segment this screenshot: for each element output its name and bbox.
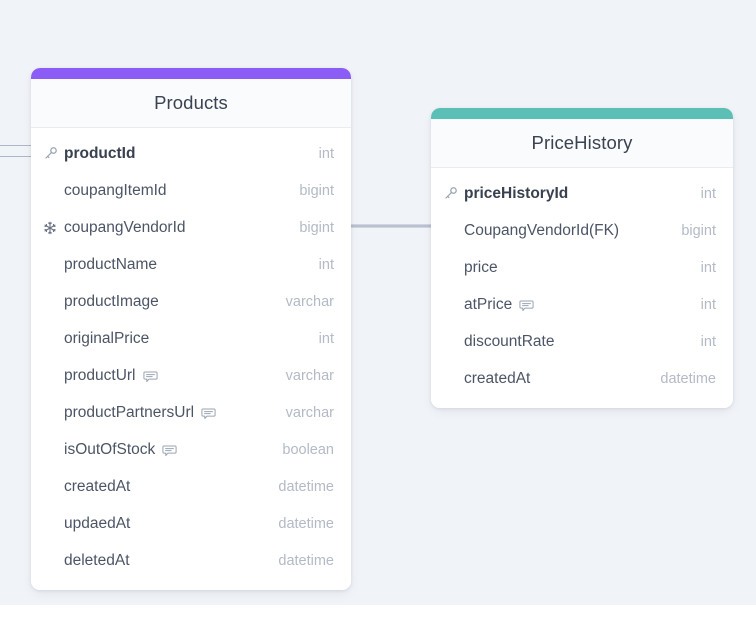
field-type: varchar <box>285 404 334 421</box>
field-type: varchar <box>285 293 334 310</box>
field-name: discountRate <box>464 332 555 350</box>
field-name: atPrice <box>464 295 513 313</box>
field-name: originalPrice <box>64 329 150 347</box>
table-row[interactable]: priceHistoryId int <box>431 175 733 212</box>
table-accent-bar-products <box>31 68 351 79</box>
erd-canvas[interactable]: Products productId int coupangItemId big… <box>0 0 756 605</box>
table-row[interactable]: productPartnersUrl varchar <box>31 394 351 431</box>
field-name: createdAt <box>464 369 531 387</box>
table-row[interactable]: price int <box>431 249 733 286</box>
field-list-products: productId int coupangItemId bigint coupa… <box>31 128 351 590</box>
field-name: productId <box>64 144 136 162</box>
comment-icon[interactable] <box>162 444 177 458</box>
field-type: bigint <box>299 219 334 236</box>
table-row[interactable]: CoupangVendorId(FK) bigint <box>431 212 733 249</box>
field-name: productUrl <box>64 366 136 384</box>
key-icon <box>443 186 462 201</box>
field-type: datetime <box>660 370 716 387</box>
table-row[interactable]: createdAt datetime <box>31 468 351 505</box>
field-type: varchar <box>285 367 334 384</box>
table-title-products: Products <box>31 79 351 128</box>
table-row[interactable]: isOutOfStock boolean <box>31 431 351 468</box>
field-name: updaedAt <box>64 514 131 532</box>
table-row[interactable]: productId int <box>31 135 351 172</box>
table-row[interactable]: discountRate int <box>431 323 733 360</box>
field-name: coupangVendorId <box>64 218 186 236</box>
field-type: int <box>318 330 334 347</box>
field-type: datetime <box>278 552 334 569</box>
connector-products-pricehistory[interactable] <box>351 224 432 228</box>
field-name: CoupangVendorId(FK) <box>464 221 620 239</box>
field-type: int <box>318 145 334 162</box>
table-row[interactable]: productUrl varchar <box>31 357 351 394</box>
field-type: bigint <box>681 222 716 239</box>
table-row[interactable]: updaedAt datetime <box>31 505 351 542</box>
connector-left-stub-upper <box>0 145 32 146</box>
field-type: bigint <box>299 182 334 199</box>
field-type: datetime <box>278 515 334 532</box>
field-name: productPartnersUrl <box>64 403 195 421</box>
table-row[interactable]: atPrice int <box>431 286 733 323</box>
field-type: int <box>318 256 334 273</box>
field-name: coupangItemId <box>64 181 167 199</box>
table-title-pricehistory: PriceHistory <box>431 119 733 168</box>
field-type: int <box>700 185 716 202</box>
table-row[interactable]: deletedAt datetime <box>31 542 351 579</box>
field-name: price <box>464 258 498 276</box>
comment-icon[interactable] <box>142 370 158 384</box>
field-name: priceHistoryId <box>464 184 569 202</box>
field-name: productImage <box>64 292 159 310</box>
field-type: int <box>700 259 716 276</box>
field-name: productName <box>64 255 158 273</box>
field-list-pricehistory: priceHistoryId int CoupangVendorId(FK) b… <box>431 168 733 408</box>
comment-icon[interactable] <box>201 407 216 421</box>
table-row[interactable]: originalPrice int <box>31 320 351 357</box>
table-card-pricehistory[interactable]: PriceHistory priceHistoryId int CoupangV… <box>431 108 733 408</box>
key-icon <box>43 146 62 161</box>
table-row[interactable]: coupangVendorId bigint <box>31 209 351 246</box>
field-type: int <box>700 333 716 350</box>
field-type: boolean <box>282 441 334 458</box>
connector-left-stub-lower <box>0 156 32 157</box>
table-row[interactable]: productName int <box>31 246 351 283</box>
table-card-products[interactable]: Products productId int coupangItemId big… <box>31 68 351 590</box>
field-type: int <box>700 296 716 313</box>
table-row[interactable]: productImage varchar <box>31 283 351 320</box>
snowflake-icon <box>43 221 62 235</box>
table-accent-bar-pricehistory <box>431 108 733 119</box>
canvas-bottom-strip <box>0 605 756 617</box>
field-name: isOutOfStock <box>64 440 156 458</box>
field-type: datetime <box>278 478 334 495</box>
table-row[interactable]: coupangItemId bigint <box>31 172 351 209</box>
field-name: createdAt <box>64 477 131 495</box>
table-row[interactable]: createdAt datetime <box>431 360 733 397</box>
comment-icon[interactable] <box>519 299 534 313</box>
field-name: deletedAt <box>64 551 130 569</box>
